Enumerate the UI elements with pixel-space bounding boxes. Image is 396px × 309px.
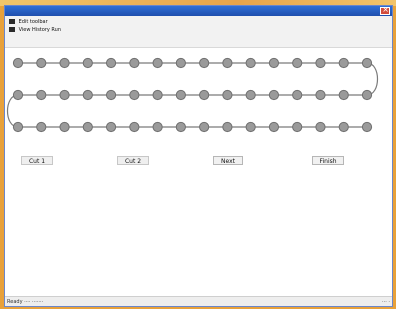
chain-node (152, 121, 163, 133)
chain-node (222, 57, 233, 69)
chain-node (315, 57, 326, 69)
chain-node (175, 89, 186, 101)
chain-node (59, 89, 70, 101)
chain-node (338, 121, 349, 133)
chain-node (12, 57, 24, 69)
chain-node (268, 57, 280, 69)
chain-node (245, 57, 256, 69)
app-window: × Edit toolbar View History Run Cut 1 Cu… (4, 5, 393, 307)
close-icon: × (382, 5, 389, 14)
chain-node (361, 121, 373, 133)
chain-node (175, 57, 186, 69)
chain-node (199, 121, 210, 133)
chain-node (292, 89, 303, 101)
chain-node (105, 121, 117, 133)
menu-icon[interactable] (9, 19, 15, 24)
finish-button[interactable]: Finish (312, 156, 344, 165)
chain-node (292, 57, 303, 69)
chain-node (36, 57, 47, 69)
chain-node (245, 89, 256, 101)
chain-node (245, 121, 256, 133)
toolbar-line1: Edit toolbar (18, 19, 48, 25)
chain-node (222, 89, 233, 101)
chain-node (12, 89, 24, 101)
status-bar: Ready ···· ······· ··· · (5, 296, 392, 306)
toolbar: Edit toolbar View History Run (5, 16, 392, 48)
chain-node (222, 121, 233, 133)
chain-node (199, 89, 210, 101)
chain-node (268, 89, 280, 101)
toolbar-row-1: Edit toolbar (9, 18, 48, 26)
chain-node (36, 121, 47, 133)
chain-node (175, 121, 186, 133)
chain-diagram (6, 57, 379, 133)
chain-node (105, 57, 117, 69)
chain-node (129, 57, 140, 69)
status-left: Ready ···· ······· (7, 299, 44, 305)
chain-node (268, 121, 280, 133)
view-icon[interactable] (9, 27, 15, 32)
chain-node (129, 121, 140, 133)
chain-node (361, 57, 373, 69)
chain-node (152, 89, 163, 101)
chain-node (315, 89, 326, 101)
chain-node (338, 57, 349, 69)
next-button[interactable]: Next (213, 156, 243, 165)
toolbar-row-2: View History Run (9, 26, 61, 34)
chain-node (292, 121, 303, 133)
cut-1-button[interactable]: Cut 1 (21, 156, 53, 165)
chain-node (129, 89, 140, 101)
chain-node (82, 89, 93, 101)
chain-node (315, 121, 326, 133)
window-titlebar: × (5, 5, 392, 16)
chain-node (36, 89, 47, 101)
cut-2-button[interactable]: Cut 2 (117, 156, 149, 165)
chain-node (199, 57, 210, 69)
chain-node (82, 57, 93, 69)
toolbar-line2: View History Run (18, 27, 62, 33)
chain-node (12, 121, 24, 133)
chain-node (152, 57, 163, 69)
chain-node (105, 89, 117, 101)
chain-node (338, 89, 349, 101)
chain-node (82, 121, 93, 133)
chain-node (59, 57, 70, 69)
status-right: ··· · (382, 299, 390, 305)
chain-node (361, 89, 373, 101)
chain-node (59, 121, 70, 133)
